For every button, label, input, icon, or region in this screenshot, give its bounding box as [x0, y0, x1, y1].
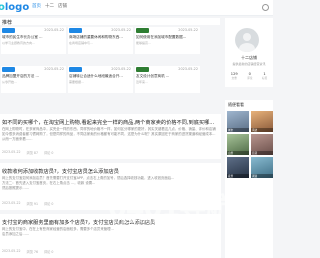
- stat-comments[interactable]: 0 评论: [247, 72, 252, 80]
- profile-name: 十二店铺: [241, 55, 257, 60]
- hot-card[interactable]: 2023-05-22 如何使用在添加城市配置数据... 能够提高...: [135, 27, 200, 54]
- thumb-caption: 海边: [251, 128, 273, 132]
- article-title[interactable]: 收款收何添加收款店员?，支付宝店员怎么添加店员: [2, 168, 218, 175]
- hot-card-badge: [136, 28, 149, 33]
- profile-desc: 提供最新的店铺经营资讯: [232, 62, 266, 66]
- recent-thumb[interactable]: 城市: [227, 111, 249, 132]
- recent-grid: 城市 海边 山景 街道 夜景 湖泊: [227, 111, 273, 178]
- hot-card-date: 2023-05-22: [44, 28, 64, 32]
- article-item[interactable]: 如不同的买哪个，在淘宝网上购物,看起来完全一样的商品,两个商家卖的价格不同,到底…: [0, 114, 221, 159]
- stat-articles[interactable]: 129 文章: [231, 72, 238, 80]
- hot-card[interactable]: 2023-05-22 品牌加盟开店的方法 ... 从零开始...: [1, 66, 66, 93]
- recent-title: 随便看看: [228, 102, 244, 107]
- hot-card-badge: [2, 28, 15, 33]
- recommend-title: 推荐: [2, 20, 13, 26]
- excerpt-line: 如今很多消费者都习惯网购了，但是同样的商品，不同店家卖的价格都有可能不同，这是为…: [2, 132, 216, 136]
- article-meta: 2023-05-22 浏览 76 评论 0: [2, 249, 53, 254]
- article-views: 浏览 76: [26, 250, 38, 254]
- hot-card-desc: 近年来...: [136, 80, 148, 84]
- recent-thumb[interactable]: 湖泊: [251, 157, 273, 178]
- thumb-caption: 山景: [227, 151, 249, 155]
- logo-text: logo: [4, 2, 30, 13]
- hot-card-date: 2023-05-22: [111, 67, 131, 71]
- hot-card-title[interactable]: 品牌加盟开店的方法 ...: [2, 74, 64, 79]
- hot-card-desc: 在商场店铺中与...: [69, 41, 93, 45]
- hot-card-title[interactable]: 如何使用在添加城市配置数据...: [136, 35, 198, 40]
- hot-card-date: 2023-05-22: [178, 67, 198, 71]
- hot-card[interactable]: 2023-05-22 商场店铺的重要休闲和购物东西... 在商场店铺中与...: [68, 27, 133, 54]
- site-logo[interactable]: ologo: [0, 0, 29, 16]
- main-nav: 首页 十二 店铺: [32, 2, 67, 11]
- user-icon[interactable]: [262, 4, 269, 11]
- recommend-header: [0, 18, 220, 25]
- stat-label: 评论: [247, 77, 253, 80]
- hot-card[interactable]: 2023-05-22 店铺转让合适什么地段最适合开... 需要根据...: [68, 66, 133, 93]
- stat-tags[interactable]: 1 标签: [262, 72, 267, 80]
- recent-thumb[interactable]: 海边: [251, 111, 273, 132]
- thumb-caption: 街道: [251, 151, 273, 155]
- watermark-url: www.0401.cn: [112, 216, 180, 226]
- hot-card-desc: 能够提高...: [136, 41, 151, 45]
- article-meta: 2023-05-22 浏览 91 评论 0: [2, 201, 53, 206]
- hot-card-desc: 以学习主题教育的方向...: [2, 41, 35, 45]
- article-views: 浏览 91: [26, 202, 38, 206]
- nav-twelve[interactable]: 十二: [45, 2, 54, 11]
- article-date: 2023-05-22: [2, 201, 21, 205]
- recent-thumb[interactable]: 山景: [227, 134, 249, 155]
- hot-card-desc: 需要根据...: [69, 80, 84, 84]
- thumb-caption: 城市: [227, 128, 249, 132]
- nav-home[interactable]: 首页: [32, 2, 41, 11]
- hot-card-date: 2023-05-22: [178, 28, 198, 32]
- hot-card-date: 2023-05-22: [111, 28, 131, 32]
- hot-card-desc: 从零开始...: [2, 80, 17, 84]
- profile-card: 十二店铺 提供最新的店铺经营资讯 129 文章 0 评论 1 标签: [225, 18, 273, 87]
- top-header: ologo 首页 十二 店铺: [0, 0, 273, 16]
- hot-card-title[interactable]: 友文设计创意商机 ...: [136, 74, 198, 79]
- profile-stats: 129 文章 0 评论 1 标签: [226, 72, 272, 80]
- article-date: 2023-05-22: [2, 150, 21, 154]
- article-title[interactable]: 如不同的买哪个，在淘宝网上购物,看起来完全一样的商品,两个商家卖的价格不同,到底…: [2, 119, 218, 126]
- article-comments: 评论 0: [43, 202, 54, 206]
- hot-card-badge: [136, 67, 149, 72]
- article-excerpt: 网上的支付宝中，在在上有些商家经营的店面较多，需要多个店员来管理... 店员添加…: [2, 227, 216, 237]
- article-comments: 评论 0: [43, 250, 54, 254]
- hot-card-title[interactable]: 城市的民生市长办公室 ...: [2, 35, 64, 40]
- article-excerpt: 在网上购物时，在多家商品中，买完全一样的东西，同样的地价格不一样，如何区分哪家的…: [2, 127, 216, 142]
- article-views: 浏览 87: [26, 151, 38, 155]
- nav-shop[interactable]: 店铺: [58, 2, 67, 11]
- hot-card-badge: [69, 67, 82, 72]
- stat-label: 文章: [231, 77, 237, 80]
- recent-thumb[interactable]: 夜景: [227, 157, 249, 178]
- avatar[interactable]: [235, 28, 259, 52]
- hot-card-title[interactable]: 店铺转让合适什么地段最适合开...: [69, 74, 131, 79]
- hot-card-title[interactable]: 商场店铺的重要休闲和购物东西...: [69, 35, 131, 40]
- thumb-caption: 夜景: [227, 174, 249, 178]
- stat-label: 标签: [261, 77, 268, 80]
- excerpt-line: 从而一方面来看……: [2, 137, 33, 141]
- recent-thumb[interactable]: 街道: [251, 134, 273, 155]
- thumb-caption: 湖泊: [251, 174, 273, 178]
- hot-card-date: 2023-05-22: [44, 67, 64, 71]
- excerpt-line: 店员添加之后……: [2, 232, 30, 236]
- hot-card-badge: [2, 67, 15, 72]
- recent-panel: 随便看看 城市 海边 山景 街道 夜景 湖泊: [225, 100, 273, 258]
- hot-card[interactable]: 2023-05-22 城市的民生市长办公室 ... 以学习主题教育的方向...: [1, 27, 66, 54]
- article-date: 2023-05-22: [2, 249, 21, 253]
- article-meta: 2023-05-22 浏览 87 评论 0: [2, 150, 53, 155]
- watermark: 0401导航 www.0401.cn: [108, 186, 232, 226]
- article-comments: 评论 0: [43, 151, 54, 155]
- hot-card-badge: [69, 28, 82, 33]
- hot-card[interactable]: 2023-05-22 友文设计创意商机 ... 近年来...: [135, 66, 200, 93]
